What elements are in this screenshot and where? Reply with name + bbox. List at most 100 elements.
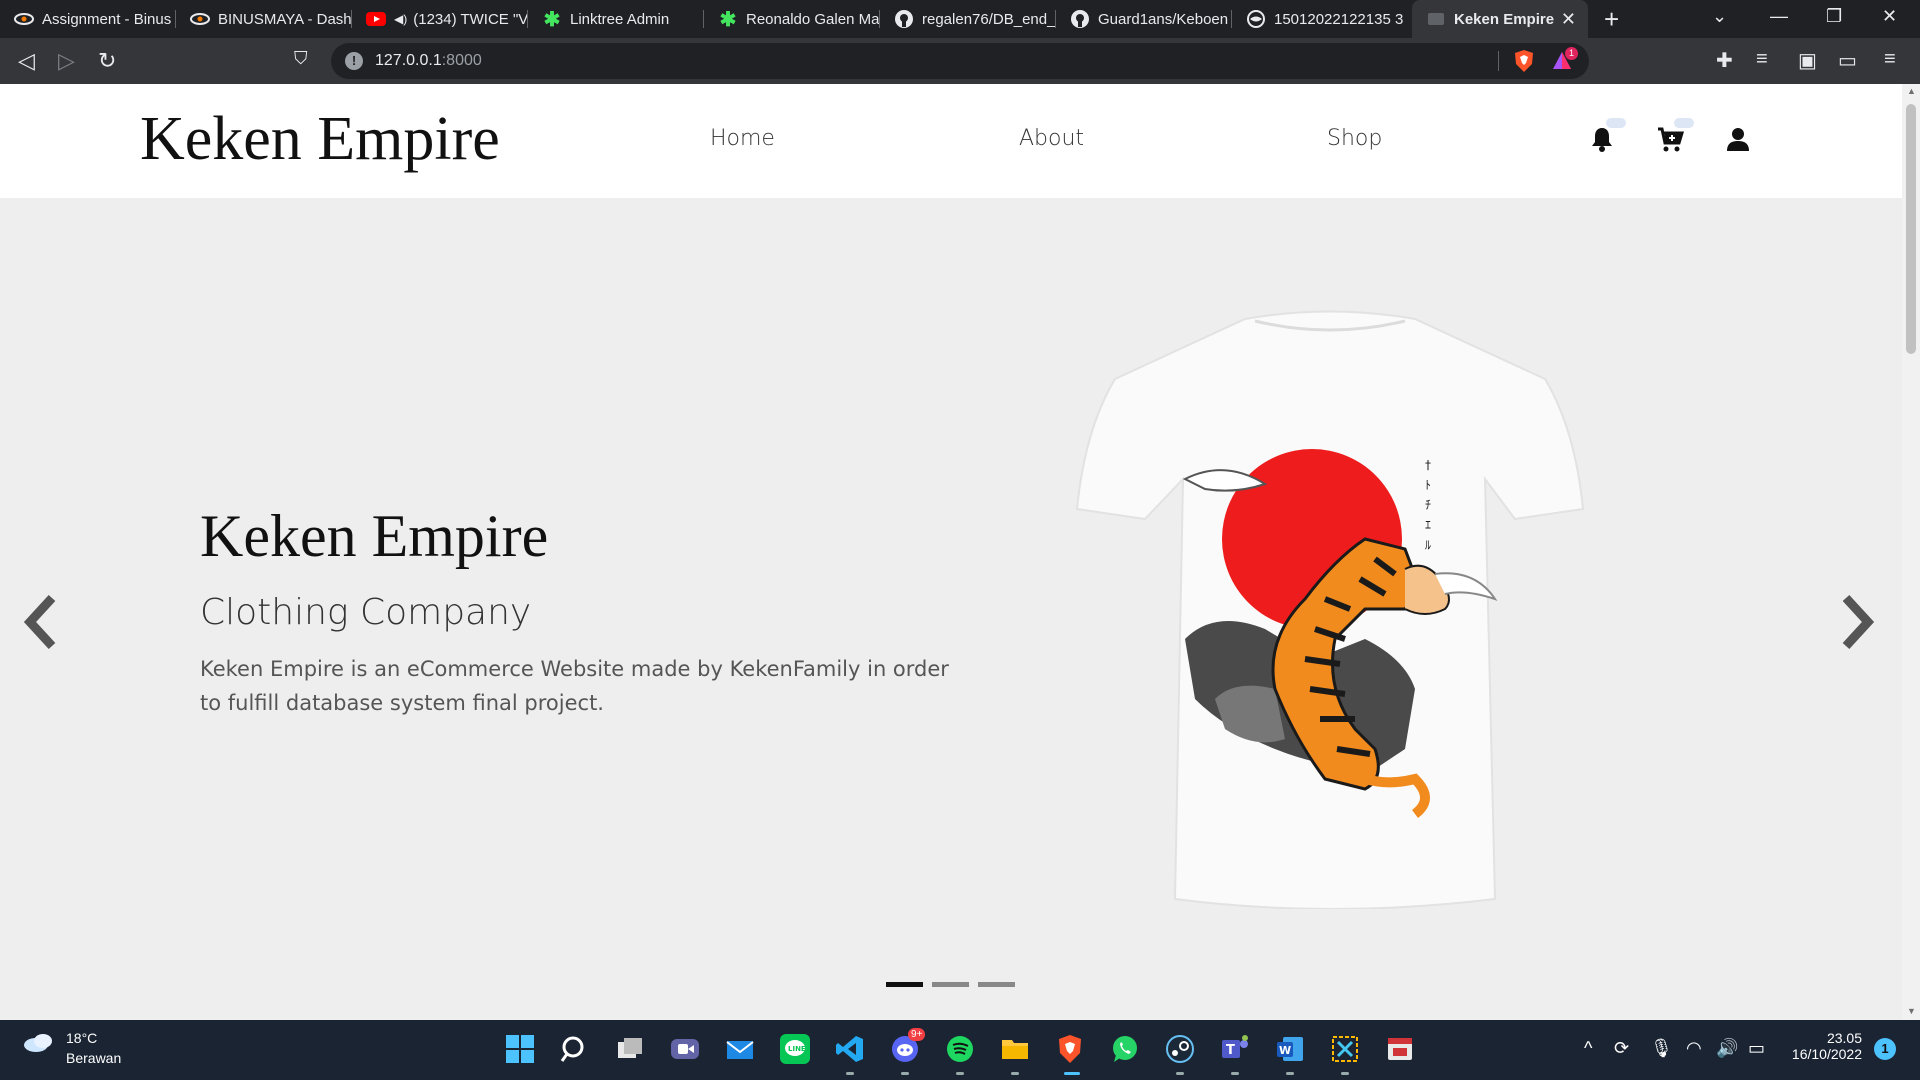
github-icon xyxy=(894,9,914,29)
svg-text:LINE: LINE xyxy=(788,1045,806,1053)
volume-icon[interactable]: 🔊 xyxy=(1716,1038,1738,1059)
search-icon[interactable] xyxy=(560,1034,590,1064)
github-icon xyxy=(1070,9,1090,29)
forward-icon[interactable]: ▷ xyxy=(58,48,75,74)
task-view-icon[interactable] xyxy=(615,1034,645,1064)
svg-text:ｴ: ｴ xyxy=(1425,518,1431,532)
discord-badge: 9+ xyxy=(908,1028,926,1041)
back-icon[interactable]: ◁ xyxy=(18,48,35,74)
nav-home[interactable]: Home xyxy=(710,126,775,151)
carousel-indicator-2[interactable] xyxy=(932,982,969,987)
page-scrollbar[interactable]: ▲ ▼ xyxy=(1902,84,1920,1020)
word-icon[interactable]: W xyxy=(1275,1034,1305,1064)
tab-binusmaya[interactable]: BINUSMAYA - Dash xyxy=(176,0,352,38)
minimize-icon[interactable]: — xyxy=(1770,6,1788,27)
close-window-icon[interactable]: ✕ xyxy=(1882,6,1897,27)
tab-github-keboen[interactable]: Guard1ans/Keboen xyxy=(1056,0,1232,38)
steam-icon[interactable] xyxy=(1165,1034,1195,1064)
sync-icon[interactable]: ⟳ xyxy=(1614,1038,1629,1059)
site-info-icon[interactable]: ! xyxy=(345,52,363,70)
discord-icon[interactable]: 9+ xyxy=(890,1028,926,1064)
nav-about[interactable]: About xyxy=(1019,126,1084,151)
restore-icon[interactable]: ❐ xyxy=(1826,6,1842,27)
carousel-indicators xyxy=(886,982,1015,987)
speaker-icon[interactable]: ◀) xyxy=(394,12,407,26)
playlist-icon[interactable]: ≡ xyxy=(1756,48,1768,71)
svg-text:†: † xyxy=(1425,458,1431,472)
bookmark-icon[interactable]: ⛉ xyxy=(294,48,308,69)
tab-youtube[interactable]: ◀) (1234) TWICE "V xyxy=(352,0,528,38)
svg-text:ﾙ: ﾙ xyxy=(1425,538,1431,552)
carousel-indicator-3[interactable] xyxy=(978,982,1015,987)
rewards-badge: 1 xyxy=(1565,47,1578,60)
tab-search-icon[interactable]: ⌄ xyxy=(1712,6,1727,27)
vscode-icon[interactable] xyxy=(835,1034,865,1064)
weather-desc: Berawan xyxy=(66,1050,122,1066)
svg-text:W: W xyxy=(1279,1044,1291,1057)
cart-icon[interactable] xyxy=(1655,124,1685,154)
tray-overflow-icon[interactable]: ^ xyxy=(1584,1038,1592,1059)
nav-shop[interactable]: Shop xyxy=(1327,126,1382,151)
tshirt-tiger-image: † ﾄ ﾁ ｴ ﾙ xyxy=(1075,309,1585,910)
clock[interactable]: 23.05 16/10/2022 xyxy=(1782,1030,1862,1062)
hero-subtitle: Clothing Company xyxy=(200,592,532,633)
bell-icon[interactable] xyxy=(1587,124,1617,154)
brave-rewards-icon[interactable]: 1 xyxy=(1551,47,1578,78)
sidebar-icon[interactable]: ▣ xyxy=(1798,48,1817,73)
whatsapp-icon[interactable] xyxy=(1110,1034,1140,1064)
weather-temp: 18°C xyxy=(66,1030,98,1046)
carousel-next-icon[interactable] xyxy=(1838,592,1878,652)
scroll-thumb[interactable] xyxy=(1906,104,1916,354)
reload-icon[interactable]: ↻ xyxy=(98,48,116,74)
tab-linktree-admin[interactable]: ✱ Linktree Admin xyxy=(528,0,704,38)
menu-icon[interactable]: ≡ xyxy=(1884,48,1896,71)
tab-strip: Assignment - Binus BINUSMAYA - Dash ◀) (… xyxy=(0,0,1920,38)
start-icon[interactable] xyxy=(505,1034,535,1064)
scroll-down-icon[interactable]: ▼ xyxy=(1907,1006,1916,1016)
clock-date: 16/10/2022 xyxy=(1791,1046,1862,1062)
notification-badge[interactable]: 1 xyxy=(1874,1038,1896,1060)
hero-title: Keken Empire xyxy=(200,503,549,569)
brand-logo[interactable]: Keken Empire xyxy=(140,104,500,175)
hero-description: Keken Empire is an eCommerce Website mad… xyxy=(200,657,949,715)
tab-github-db[interactable]: regalen76/DB_end_ xyxy=(880,0,1056,38)
snipping-tool-icon[interactable] xyxy=(1330,1034,1360,1064)
file-explorer-icon[interactable] xyxy=(1000,1034,1030,1064)
binus-icon xyxy=(190,9,210,29)
address-bar[interactable]: ! 127.0.0.1:8000 1 xyxy=(331,43,1589,79)
meet-icon[interactable] xyxy=(670,1034,700,1064)
close-tab-icon[interactable]: ✕ xyxy=(1561,9,1576,30)
app-window-icon[interactable] xyxy=(1385,1034,1415,1064)
brave-icon[interactable] xyxy=(1055,1034,1085,1064)
teams-icon[interactable]: T xyxy=(1220,1034,1250,1064)
svg-text:ﾄ: ﾄ xyxy=(1425,478,1431,492)
user-icon[interactable] xyxy=(1723,124,1753,154)
url-text[interactable]: 127.0.0.1:8000 xyxy=(375,52,482,70)
brave-shields-icon[interactable] xyxy=(1513,49,1535,78)
tab-linktree-profile[interactable]: ✱ Reonaldo Galen Ma xyxy=(704,0,880,38)
new-tab-button[interactable]: + xyxy=(1604,4,1619,35)
wifi-icon[interactable]: ◠ xyxy=(1686,1038,1702,1059)
page-icon xyxy=(1426,9,1446,29)
linktree-icon: ✱ xyxy=(719,8,737,31)
page-viewport: Keken Empire Home About Shop Keken Empir… xyxy=(0,84,1902,1020)
tab-keken-empire[interactable]: Keken Empire ✕ xyxy=(1412,0,1588,38)
cloud-icon xyxy=(24,1034,52,1052)
scroll-up-icon[interactable]: ▲ xyxy=(1907,86,1916,96)
svg-text:T: T xyxy=(1226,1043,1235,1058)
carousel-indicator-1[interactable] xyxy=(886,982,923,987)
clock-time: 23.05 xyxy=(1826,1030,1862,1046)
weather-widget[interactable]: 18°C Berawan xyxy=(22,1030,121,1066)
wallet-icon[interactable]: ▭ xyxy=(1838,48,1857,73)
spotify-icon[interactable] xyxy=(945,1034,975,1064)
mail-icon[interactable] xyxy=(725,1034,755,1064)
line-icon[interactable]: LINE xyxy=(780,1034,810,1064)
carousel-prev-icon[interactable] xyxy=(20,592,60,652)
extensions-icon[interactable]: ✚ xyxy=(1716,48,1733,73)
youtube-icon xyxy=(366,9,386,29)
globe-icon xyxy=(1246,9,1266,29)
battery-icon[interactable]: ▭ xyxy=(1748,1038,1765,1059)
tab-file[interactable]: 15012022122135 3 xyxy=(1232,0,1408,38)
microphone-icon[interactable]: 🎙 xyxy=(1650,1038,1673,1059)
tab-assignment[interactable]: Assignment - Binus xyxy=(0,0,176,38)
